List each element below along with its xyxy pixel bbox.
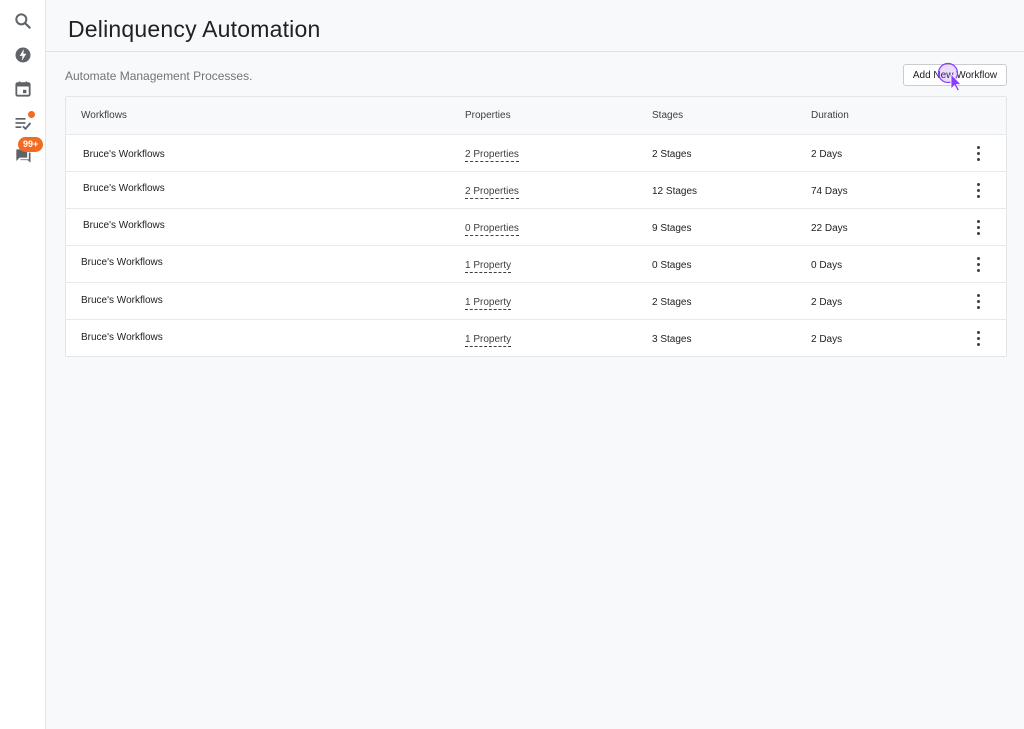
workflow-name: Bruce's Workflows — [81, 295, 163, 306]
duration-value: 2 Days — [811, 334, 843, 345]
stages-count: 9 Stages — [652, 223, 692, 234]
workflow-name: Bruce's Workflows — [83, 220, 165, 231]
table-header: Workflows Properties Stages Duration — [66, 97, 1006, 134]
header-workflows: Workflows — [81, 110, 127, 121]
more-options-icon[interactable] — [974, 257, 982, 272]
properties-link[interactable]: 1 Property — [465, 260, 512, 273]
workflow-name: Bruce's Workflows — [81, 257, 163, 268]
chat-count-badge: 99+ — [18, 137, 44, 152]
sidebar: 99+ — [0, 0, 46, 729]
workflow-name: Bruce's Workflows — [83, 149, 165, 160]
workflow-name: Bruce's Workflows — [81, 332, 163, 343]
properties-link[interactable]: 2 Properties — [465, 186, 519, 199]
duration-value: 2 Days — [811, 297, 843, 308]
duration-value: 0 Days — [811, 260, 843, 271]
table-row[interactable]: Bruce's Workflows 1 Property 3 Stages 2 … — [66, 319, 1006, 356]
page-subtitle: Automate Management Processes. — [65, 69, 253, 83]
stages-count: 0 Stages — [652, 260, 692, 271]
checklist-icon[interactable] — [12, 111, 35, 134]
properties-link[interactable]: 1 Property — [465, 334, 512, 347]
properties-link[interactable]: 0 Properties — [465, 223, 519, 236]
stages-count: 12 Stages — [652, 186, 698, 197]
header-duration: Duration — [811, 110, 849, 121]
properties-link[interactable]: 1 Property — [465, 297, 512, 310]
table-row[interactable]: Bruce's Workflows 1 Property 0 Stages 0 … — [66, 245, 1006, 282]
header-properties: Properties — [465, 110, 511, 121]
table-row[interactable]: Bruce's Workflows 2 Properties 12 Stages… — [66, 171, 1006, 208]
more-options-icon[interactable] — [974, 294, 982, 309]
notification-dot — [28, 111, 35, 118]
stages-count: 2 Stages — [652, 149, 692, 160]
duration-value: 22 Days — [811, 223, 848, 234]
header-stages: Stages — [652, 110, 684, 121]
more-options-icon[interactable] — [974, 220, 982, 235]
stages-count: 2 Stages — [652, 297, 692, 308]
more-options-icon[interactable] — [974, 331, 982, 346]
table-row[interactable]: Bruce's Workflows 0 Properties 9 Stages … — [66, 208, 1006, 245]
workflows-table: Workflows Properties Stages Duration Bru… — [65, 96, 1007, 357]
table-row[interactable]: Bruce's Workflows 2 Properties 2 Stages … — [66, 134, 1006, 171]
more-options-icon[interactable] — [974, 146, 982, 161]
main-content: Delinquency Automation Automate Manageme… — [46, 0, 1024, 729]
properties-link[interactable]: 2 Properties — [465, 149, 519, 162]
duration-value: 2 Days — [811, 149, 843, 160]
title-divider — [46, 51, 1024, 52]
search-icon[interactable] — [12, 10, 34, 32]
page-title: Delinquency Automation — [68, 16, 321, 42]
more-options-icon[interactable] — [974, 183, 982, 198]
stages-count: 3 Stages — [652, 334, 692, 345]
table-row[interactable]: Bruce's Workflows 1 Property 2 Stages 2 … — [66, 282, 1006, 319]
workflow-name: Bruce's Workflows — [83, 183, 165, 194]
duration-value: 74 Days — [811, 186, 848, 197]
bolt-icon[interactable] — [12, 44, 34, 66]
calendar-icon[interactable] — [12, 78, 34, 100]
add-new-workflow-button[interactable]: Add New Workflow — [903, 64, 1007, 86]
